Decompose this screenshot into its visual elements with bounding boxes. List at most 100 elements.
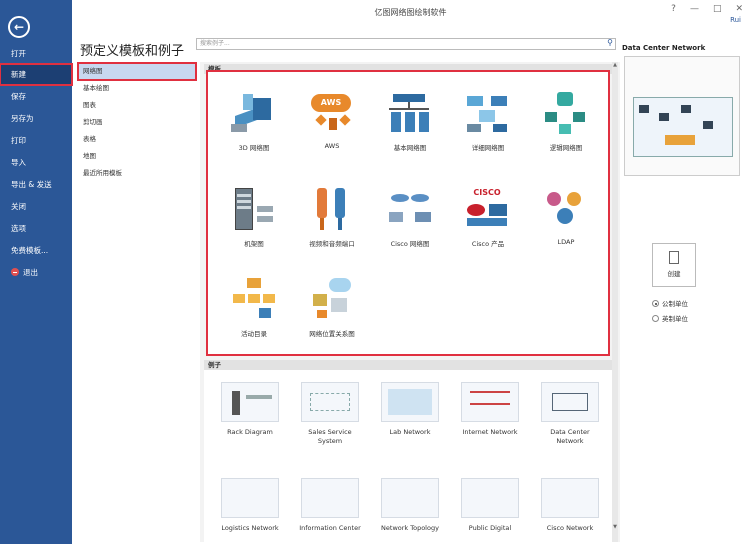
example-thumbnail	[461, 478, 519, 518]
scrollbar[interactable]: ▲ ▼	[612, 62, 618, 542]
template-network-location[interactable]: 网络位置关系图	[298, 272, 366, 352]
maximize-icon[interactable]: □	[713, 4, 722, 14]
new-document-icon	[669, 251, 679, 264]
close-icon[interactable]: ✕	[735, 4, 743, 14]
example-lab-network[interactable]: Lab Network	[376, 378, 444, 460]
unit-imperial[interactable]: 英制单位	[652, 313, 688, 323]
title-bar: 亿图网络图绘制软件 ? — □ ✕ Rui	[72, 0, 749, 24]
sidebar-item-options[interactable]: 选项	[0, 218, 72, 239]
example-thumbnail	[541, 382, 599, 422]
example-thumbnail	[541, 478, 599, 518]
example-thumbnail	[461, 382, 519, 422]
create-button-label: 创建	[667, 270, 681, 278]
sidebar-item-free-templates[interactable]: 免费模板...	[0, 240, 72, 261]
template-aws[interactable]: AWS AWS	[298, 86, 366, 166]
template-label: 逻辑网络图	[549, 144, 583, 152]
example-thumbnail	[221, 478, 279, 518]
example-network-topology[interactable]: Network Topology	[376, 474, 444, 544]
sidebar-item-save[interactable]: 保存	[0, 86, 72, 107]
minimize-icon[interactable]: —	[690, 4, 699, 14]
basic-network-icon	[385, 90, 435, 136]
template-label: Cisco 产品	[471, 240, 505, 248]
example-label: Data Center Network	[550, 428, 590, 445]
sidebar-item-exit[interactable]: 退出	[0, 262, 72, 283]
window-controls: ? — □ ✕	[671, 4, 743, 14]
app-window: 亿图网络图绘制软件 ? — □ ✕ Rui ← 打开 新建 保存 另存为 打印 …	[0, 0, 749, 544]
sidebar-item-open[interactable]: 打开	[0, 43, 72, 64]
3d-network-icon	[229, 90, 279, 136]
example-label: Cisco Network	[546, 524, 594, 532]
template-label: 网络位置关系图	[309, 330, 355, 338]
example-rack-diagram[interactable]: Rack Diagram	[216, 378, 284, 460]
unit-imperial-label: 英制单位	[662, 315, 688, 323]
template-av-ports[interactable]: 视频和音频端口	[298, 182, 366, 262]
templates-grid: 3D 网络图 AWS AWS 基本网络图 详细网络图 逻辑网络图 机架图 视频和…	[206, 70, 610, 356]
scroll-up-icon[interactable]: ▲	[612, 62, 618, 68]
template-cisco-products[interactable]: CISCO Cisco 产品	[454, 182, 522, 262]
template-label: 3D 网络图	[238, 144, 270, 152]
radio-metric[interactable]	[652, 300, 659, 307]
examples-section-header: 例子	[204, 360, 614, 370]
rack-icon	[229, 186, 279, 232]
example-label: Lab Network	[389, 428, 431, 436]
logical-network-icon	[541, 90, 591, 136]
example-logistics-network[interactable]: Logistics Network	[216, 474, 284, 544]
template-rack[interactable]: 机架图	[220, 182, 288, 262]
category-clipart[interactable]: 剪切画	[78, 114, 196, 131]
template-label: 活动目录	[241, 330, 267, 338]
template-ldap[interactable]: LDAP	[532, 182, 600, 262]
av-ports-icon	[307, 186, 357, 232]
template-3d-network[interactable]: 3D 网络图	[220, 86, 288, 166]
example-information-center[interactable]: Information Center	[296, 474, 364, 544]
sidebar-item-save-as[interactable]: 另存为	[0, 108, 72, 129]
example-label: Internet Network	[462, 428, 518, 436]
example-thumbnail	[221, 382, 279, 422]
template-label: 详细网络图	[471, 144, 505, 152]
example-public-digital[interactable]: Public Digital	[456, 474, 524, 544]
category-basic-drawing[interactable]: 基本绘图	[78, 80, 196, 97]
template-cisco-network[interactable]: Cisco 网络图	[376, 182, 444, 262]
exit-icon	[11, 268, 19, 276]
example-thumbnail	[301, 382, 359, 422]
template-detailed-network[interactable]: 详细网络图	[454, 86, 522, 166]
category-charts[interactable]: 图表	[78, 97, 196, 114]
example-data-center[interactable]: Data Center Network	[536, 378, 604, 460]
backstage-sidebar: ← 打开 新建 保存 另存为 打印 导入 导出 & 发送 关闭 选项 免费模板.…	[0, 0, 73, 544]
help-icon[interactable]: ?	[671, 4, 676, 14]
category-network[interactable]: 网络图	[77, 62, 197, 81]
template-label: 机架图	[244, 240, 264, 248]
category-maps[interactable]: 地图	[78, 148, 196, 165]
template-logical-network[interactable]: 逻辑网络图	[532, 86, 600, 166]
example-label: Information Center	[299, 524, 361, 532]
sidebar-item-new[interactable]: 新建	[0, 63, 73, 86]
unit-metric[interactable]: 公制单位	[652, 298, 688, 308]
back-arrow-icon[interactable]: ←	[8, 16, 30, 38]
example-label: Network Topology	[381, 524, 439, 532]
sidebar-item-import[interactable]: 导入	[0, 152, 72, 173]
sidebar-item-close[interactable]: 关闭	[0, 196, 72, 217]
scroll-down-icon[interactable]: ▼	[612, 524, 618, 530]
search-input[interactable]: 搜索例子... ⚲	[196, 38, 616, 50]
template-basic-network[interactable]: 基本网络图	[376, 86, 444, 166]
page-title: 预定义模板和例子	[80, 44, 185, 59]
example-internet-network[interactable]: Internet Network	[456, 378, 524, 460]
aws-icon: AWS	[307, 90, 357, 136]
sidebar-item-print[interactable]: 打印	[0, 130, 72, 151]
search-icon[interactable]: ⚲	[607, 38, 613, 48]
example-cisco-network[interactable]: Cisco Network	[536, 474, 604, 544]
category-tables[interactable]: 表格	[78, 131, 196, 148]
example-label: Sales Service System	[308, 428, 352, 445]
category-recent[interactable]: 最近所用模板	[78, 165, 196, 182]
example-thumbnail	[381, 478, 439, 518]
example-sales-service[interactable]: Sales Service System	[296, 378, 364, 460]
example-label: Rack Diagram	[227, 428, 273, 436]
template-label: AWS	[324, 142, 340, 150]
cisco-network-icon	[385, 186, 435, 232]
radio-imperial[interactable]	[652, 315, 659, 322]
network-location-icon	[307, 276, 357, 322]
user-name[interactable]: Rui	[730, 16, 741, 24]
template-label: LDAP	[557, 238, 575, 246]
create-button[interactable]: 创建	[652, 243, 696, 287]
template-active-directory[interactable]: 活动目录	[220, 272, 288, 352]
sidebar-item-export[interactable]: 导出 & 发送	[0, 174, 72, 195]
